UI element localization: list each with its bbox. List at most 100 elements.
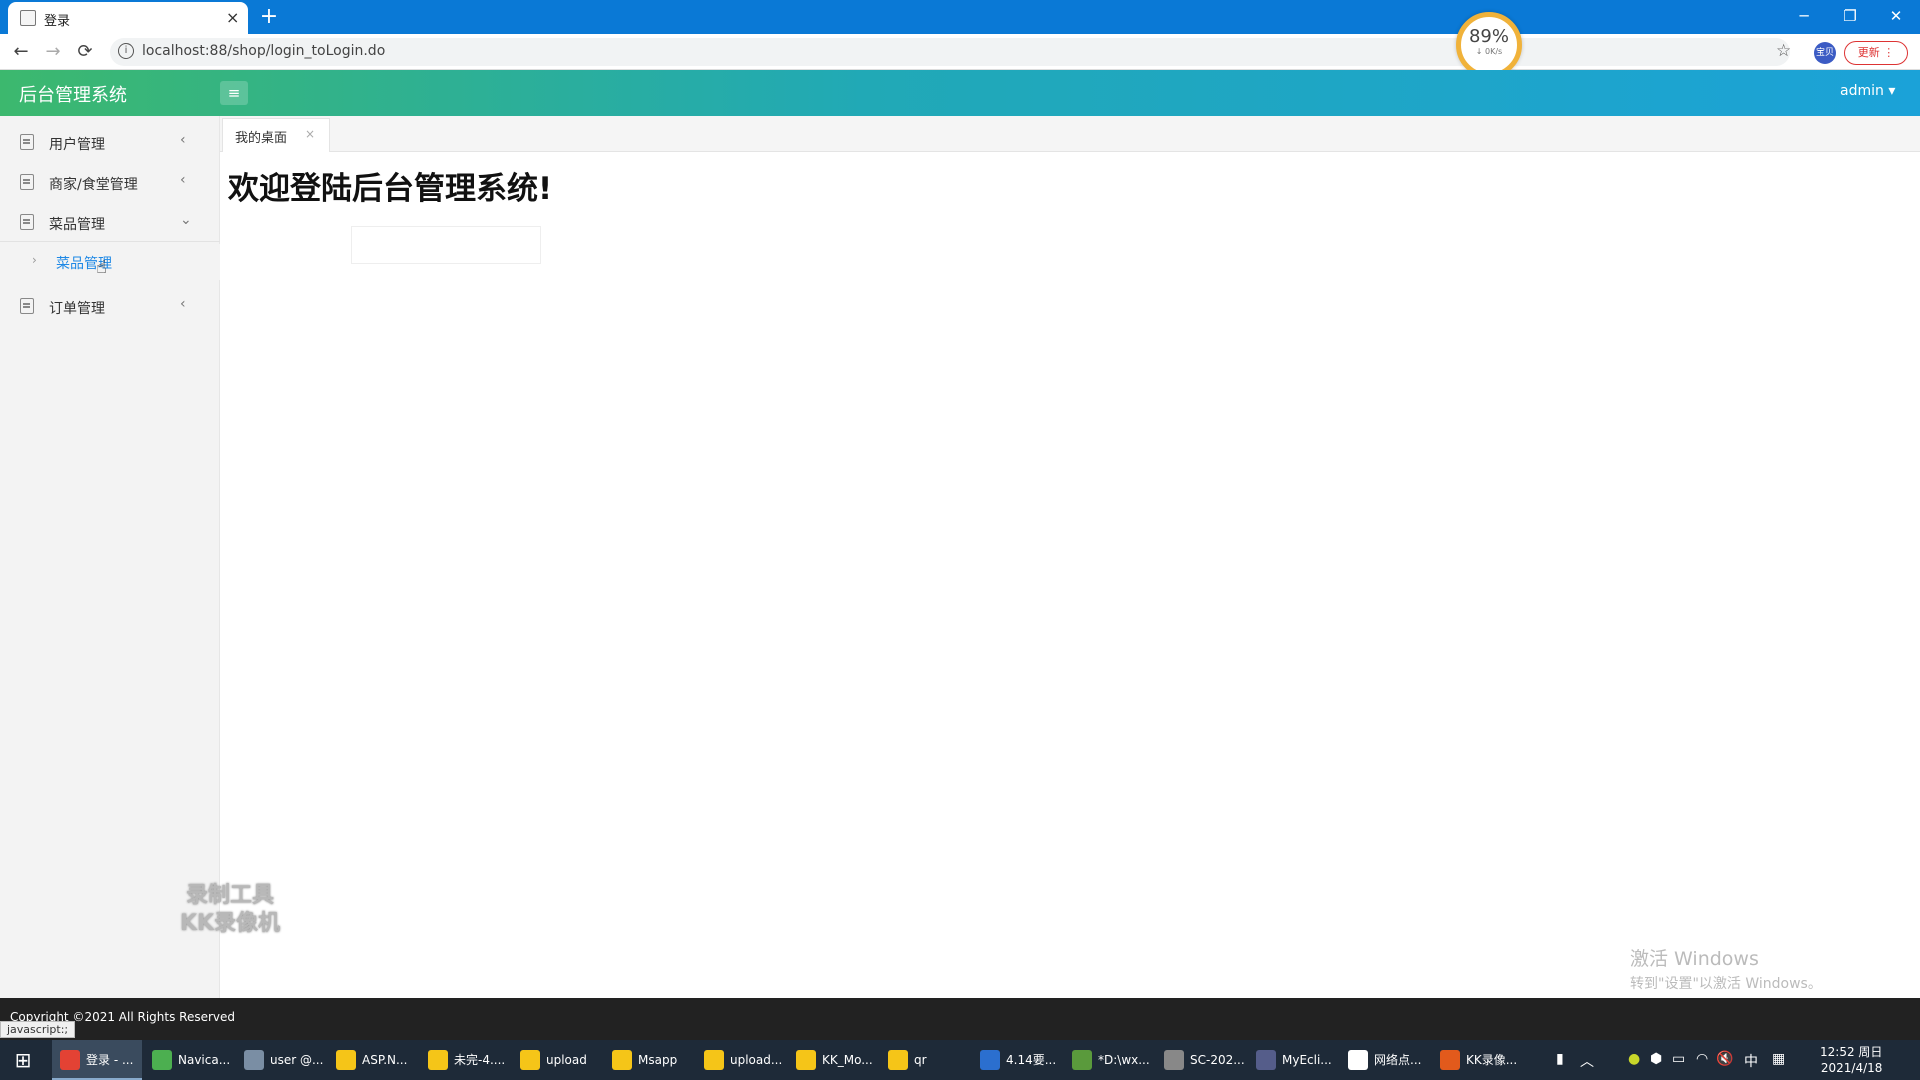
- sidebar-item-label: 用户管理: [49, 137, 105, 153]
- app-header: 后台管理系统 ≡ admin ▾: [0, 70, 1920, 116]
- menu-toggle-button[interactable]: ≡: [220, 81, 248, 105]
- taskbar-app-label: user @...: [270, 1053, 324, 1067]
- taskbar-app-button[interactable]: qr: [880, 1040, 970, 1080]
- minimize-button[interactable]: ─: [1784, 4, 1824, 28]
- taskbar-app-label: Msapp: [638, 1053, 678, 1067]
- taskbar-app-label: MyEcli...: [1282, 1053, 1332, 1067]
- network-speed-widget[interactable]: 89% ↓ 0K/s: [1456, 12, 1522, 78]
- sidebar-item-merchants[interactable]: 商家/食堂管理 ‹: [0, 162, 220, 202]
- taskbar-app-label: ASP.N...: [362, 1053, 408, 1067]
- show-hidden-icons-icon[interactable]: ︿: [1580, 1051, 1594, 1071]
- wifi-icon[interactable]: ◠: [1696, 1051, 1708, 1067]
- taskbar-app-label: Navica...: [178, 1053, 231, 1067]
- document-icon: [20, 214, 34, 230]
- taskbar-app-button[interactable]: ASP.N...: [328, 1040, 418, 1080]
- taskbar-app-button[interactable]: SC-202...: [1156, 1040, 1246, 1080]
- app-icon: [1164, 1050, 1184, 1070]
- taskbar-app-button[interactable]: KK录像...: [1432, 1040, 1522, 1080]
- taskbar-app-button[interactable]: Navica...: [144, 1040, 234, 1080]
- sidebar-item-users[interactable]: 用户管理 ‹: [0, 122, 220, 162]
- taskbar-app-button[interactable]: KK_Mo...: [788, 1040, 878, 1080]
- start-button[interactable]: ⊞: [0, 1040, 46, 1080]
- document-icon: [20, 134, 34, 150]
- shield-icon[interactable]: ⬢: [1650, 1051, 1662, 1067]
- taskbar-app-label: upload...: [730, 1053, 783, 1067]
- taskbar-app-label: KK录像...: [1466, 1053, 1518, 1067]
- browser-tab[interactable]: 登录 ×: [8, 2, 248, 34]
- bookmark-star-icon[interactable]: ☆: [1776, 41, 1791, 61]
- taskbar-app-button[interactable]: Msapp: [604, 1040, 694, 1080]
- app-icon: [704, 1050, 724, 1070]
- taskbar-app-button[interactable]: *D:\wx...: [1064, 1040, 1154, 1080]
- taskbar-app-label: 登录 - ...: [86, 1053, 134, 1067]
- app-icon: [612, 1050, 632, 1070]
- close-window-button[interactable]: ✕: [1876, 4, 1916, 28]
- taskbar-app-button[interactable]: 4.14要...: [972, 1040, 1062, 1080]
- taskbar-app-button[interactable]: 未完-4....: [420, 1040, 510, 1080]
- chevron-left-icon: ‹: [180, 172, 186, 188]
- windows-activation-notice: 激活 Windows 转到"设置"以激活 Windows。: [1630, 944, 1822, 993]
- app-footer: Copyright ©2021 All Rights Reserved: [0, 998, 1920, 1040]
- close-icon[interactable]: ×: [305, 127, 315, 141]
- watermark-line: 录制工具: [185, 883, 274, 908]
- user-menu[interactable]: admin ▾: [1840, 83, 1895, 99]
- taskbar-app-label: KK_Mo...: [822, 1053, 873, 1067]
- taskbar-clock[interactable]: 12:52 周日 2021/4/18: [1820, 1044, 1882, 1076]
- document-icon: [20, 174, 34, 190]
- device-icon[interactable]: ▭: [1672, 1051, 1685, 1067]
- tab-title: 登录: [44, 14, 71, 29]
- app-brand: 后台管理系统: [19, 85, 127, 106]
- browser-status-bar: javascript:;: [0, 1021, 76, 1038]
- extension-icon[interactable]: 宝贝: [1814, 42, 1836, 64]
- update-button[interactable]: 更新 ⋮: [1844, 41, 1908, 65]
- input-method-icon[interactable]: 中: [1744, 1051, 1758, 1071]
- activation-title: 激活 Windows: [1630, 948, 1759, 970]
- chevron-left-icon: ‹: [180, 296, 186, 312]
- forward-button[interactable]: →: [42, 41, 64, 63]
- taskbar-app-button[interactable]: user @...: [236, 1040, 326, 1080]
- watermark-line: KK录像机: [179, 911, 281, 936]
- page-tabs: 我的桌面 ×: [220, 116, 1920, 152]
- taskbar-app-button[interactable]: 网络点...: [1340, 1040, 1430, 1080]
- sidebar-subitem-dishes[interactable]: › 菜品管理 ☝: [0, 244, 220, 280]
- sidebar-item-label: 商家/食堂管理: [49, 177, 138, 193]
- app-icon: [336, 1050, 356, 1070]
- app-icon: [428, 1050, 448, 1070]
- back-button[interactable]: ←: [10, 41, 32, 63]
- taskbar-app-button[interactable]: 登录 - ...: [52, 1040, 142, 1080]
- speed-percent: 89%: [1468, 26, 1509, 47]
- tab-my-desktop[interactable]: 我的桌面 ×: [222, 118, 330, 152]
- sidebar-item-label: 菜品管理: [49, 217, 105, 233]
- taskbar-app-button[interactable]: upload: [512, 1040, 602, 1080]
- sidebar-item-dishes[interactable]: 菜品管理 ⌄: [0, 202, 220, 242]
- keyboard-icon[interactable]: ▦: [1772, 1051, 1785, 1067]
- taskbar-app-label: qr: [914, 1053, 927, 1067]
- volume-muted-icon[interactable]: 🔇: [1716, 1051, 1733, 1067]
- restore-button[interactable]: ❐: [1830, 4, 1870, 28]
- site-info-icon[interactable]: i: [118, 43, 134, 59]
- sidebar-item-label: 订单管理: [49, 301, 105, 317]
- url-input[interactable]: i localhost:88/shop/login_toLogin.do: [110, 38, 1790, 66]
- app-icon: [1072, 1050, 1092, 1070]
- chevron-right-icon: ›: [32, 253, 37, 267]
- taskbar-app-label: SC-202...: [1190, 1053, 1245, 1067]
- clock-time: 12:52 周日: [1820, 1045, 1883, 1059]
- app-icon: [888, 1050, 908, 1070]
- sidebar: 用户管理 ‹ 商家/食堂管理 ‹ 菜品管理 ⌄ › 菜品管理 ☝ 订单管理 ‹: [0, 116, 220, 998]
- recorder-watermark: 录制工具 KK录像机: [160, 882, 300, 938]
- security-icon[interactable]: ●: [1628, 1051, 1640, 1067]
- url-text[interactable]: localhost:88/shop/login_toLogin.do: [142, 43, 385, 59]
- sidebar-item-orders[interactable]: 订单管理 ‹: [0, 286, 220, 326]
- app-icon: [1348, 1050, 1368, 1070]
- taskbar-app-label: 网络点...: [1374, 1053, 1422, 1067]
- taskbar-app-button[interactable]: MyEcli...: [1248, 1040, 1338, 1080]
- clock-date: 2021/4/18: [1820, 1061, 1883, 1075]
- taskbar-app-label: *D:\wx...: [1098, 1053, 1150, 1067]
- tab-close-icon[interactable]: ×: [226, 8, 239, 27]
- taskbar-app-button[interactable]: upload...: [696, 1040, 786, 1080]
- battery-icon[interactable]: ▮: [1556, 1051, 1564, 1067]
- new-tab-button[interactable]: +: [256, 4, 282, 30]
- address-bar-row: ← → ⟳ i localhost:88/shop/login_toLogin.…: [0, 34, 1920, 70]
- chevron-down-icon: ⌄: [180, 212, 192, 228]
- reload-button[interactable]: ⟳: [74, 41, 96, 63]
